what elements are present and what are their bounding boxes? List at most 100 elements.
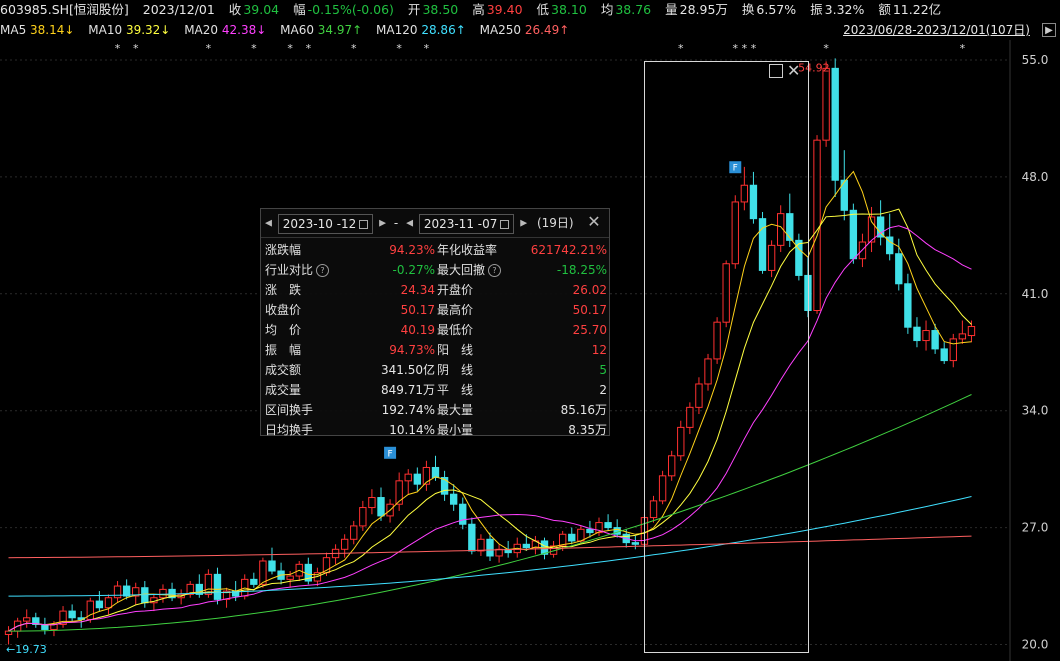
- ma60-value: 34.97↑: [317, 23, 363, 37]
- candle-body: [958, 333, 967, 340]
- amount-value: 11.22亿: [892, 2, 942, 17]
- open-value: 38.50: [422, 2, 459, 17]
- candle-body: [459, 503, 467, 525]
- turnover-label: 换: [741, 2, 755, 17]
- candle-body: [404, 473, 412, 482]
- candle-body: [213, 573, 222, 600]
- candle-body: [586, 528, 594, 534]
- stats-key: 年化收益率: [437, 243, 498, 257]
- stats-key: 涨 跌: [265, 283, 302, 297]
- ma10-name: MA10: [88, 23, 123, 37]
- y-tick-label: 55.0: [1022, 53, 1049, 67]
- star-marker: *: [733, 42, 739, 55]
- candle-body: [340, 538, 349, 550]
- stats-cell: 成交量 849.71万: [265, 380, 437, 400]
- close-selection-icon[interactable]: ✕: [787, 62, 800, 78]
- stats-cell: 均 价 40.19: [265, 320, 437, 340]
- stats-key: 振 幅: [265, 343, 302, 357]
- close-icon[interactable]: ✕: [585, 213, 603, 231]
- turnover-value: 6.57%: [756, 2, 797, 17]
- candle-body: [904, 283, 912, 328]
- stats-key: 日均换手: [265, 423, 314, 437]
- stats-value: 25.70: [572, 323, 607, 337]
- candle-body: [486, 538, 494, 557]
- stats-value: 341.50亿: [381, 363, 435, 377]
- stats-row: 涨跌幅 94.23% 年化收益率 621742.21%: [265, 240, 609, 260]
- avg-value: 38.76: [615, 2, 652, 17]
- stats-value: 192.74%: [381, 403, 435, 417]
- end-date-field[interactable]: 2023-11 -07: [418, 213, 515, 234]
- candle-body: [822, 67, 830, 141]
- stats-cell: 最大量 85.16万: [437, 400, 609, 420]
- candle-body: [4, 630, 13, 635]
- star-marker: *: [424, 42, 430, 55]
- stats-cell: 最小量 8.35万: [437, 420, 609, 440]
- candle-body: [876, 216, 885, 238]
- calendar-icon[interactable]: [359, 219, 369, 229]
- ma250-item: MA250 26.49↑: [480, 23, 570, 37]
- star-marker: *: [960, 42, 966, 55]
- end-next-arrow-icon[interactable]: ▶: [520, 219, 527, 229]
- start-date-field[interactable]: 2023-10 -12: [277, 213, 374, 234]
- stats-value: 40.19: [400, 323, 435, 337]
- help-icon[interactable]: ?: [316, 264, 330, 277]
- high-label: 高: [472, 2, 485, 17]
- day-count: (19日): [536, 216, 574, 230]
- volume-value: 28.95万: [679, 2, 728, 17]
- stats-value: 50.17: [400, 303, 435, 317]
- stats-row: 收盘价 50.17 最高价 50.17: [265, 300, 609, 320]
- star-marker: *: [751, 42, 757, 55]
- ma20-name: MA20: [184, 23, 219, 37]
- stats-key: 最高价: [437, 303, 474, 317]
- calendar-icon[interactable]: [500, 219, 510, 229]
- start-prev-arrow-icon[interactable]: ◀: [265, 219, 272, 229]
- ma5-name: MA5: [0, 23, 27, 37]
- stats-cell: 行业对比? -0.27%: [265, 260, 437, 280]
- stats-row: 振 幅 94.73% 阳 线 12: [265, 340, 609, 360]
- maximize-icon[interactable]: [769, 63, 783, 78]
- ma60-item: MA60 34.97↑: [280, 23, 362, 37]
- start-next-arrow-icon[interactable]: ▶: [379, 219, 386, 229]
- end-date-text: 2023-11 -07: [423, 216, 498, 231]
- selection-box[interactable]: [644, 61, 809, 653]
- date-range-label[interactable]: 2023/06/28-2023/12/01(107日): [843, 21, 1030, 39]
- stats-value: 621742.21%: [530, 243, 607, 257]
- stats-key: 最低价: [437, 323, 474, 337]
- stats-value: 849.71万: [381, 383, 435, 397]
- ma10-item: MA10 39.32↓: [88, 23, 170, 37]
- date-separator: -: [393, 216, 399, 230]
- volume-label: 量: [665, 2, 678, 17]
- candle-body: [468, 523, 476, 552]
- candle-body: [259, 560, 267, 585]
- stats-cell: 阴 线 5: [437, 360, 609, 380]
- stats-key: 阳 线: [437, 343, 474, 357]
- low-label: 低: [536, 2, 550, 17]
- stats-key: 成交额: [265, 363, 302, 377]
- open-label: 开: [407, 2, 421, 17]
- stats-cell: 收盘价 50.17: [265, 300, 437, 320]
- y-tick-label: 27.0: [1022, 521, 1049, 535]
- candle-body: [95, 600, 104, 609]
- scroll-right-button[interactable]: ▶: [1042, 23, 1056, 37]
- candle-body: [23, 617, 31, 622]
- close-value: 39.04: [243, 2, 280, 17]
- stock-code: 603985.SH[恒润股份]: [0, 2, 129, 17]
- candle-body: [568, 533, 576, 542]
- stats-value: 24.34: [400, 283, 435, 297]
- end-prev-arrow-icon[interactable]: ◀: [406, 219, 413, 229]
- stats-value: 10.14%: [389, 423, 435, 437]
- candle-body: [604, 522, 612, 529]
- y-tick-label: 41.0: [1022, 287, 1049, 301]
- stats-key: 平 线: [437, 383, 474, 397]
- candle-body: [359, 507, 367, 527]
- stats-cell: 成交额 341.50亿: [265, 360, 437, 380]
- candle-body: [949, 338, 957, 362]
- candle-body: [68, 610, 76, 619]
- help-icon[interactable]: ?: [488, 264, 502, 277]
- low-price-marker: ←19.73: [6, 643, 47, 656]
- interval-stats-panel: ◀ 2023-10 -12 ▶ - ◀ 2023-11 -07 ▶ (19日) …: [260, 208, 610, 437]
- selection-tools: ✕: [769, 62, 800, 78]
- candle-body: [431, 466, 440, 478]
- stats-cell: 最低价 25.70: [437, 320, 609, 340]
- star-marker: *: [823, 42, 829, 55]
